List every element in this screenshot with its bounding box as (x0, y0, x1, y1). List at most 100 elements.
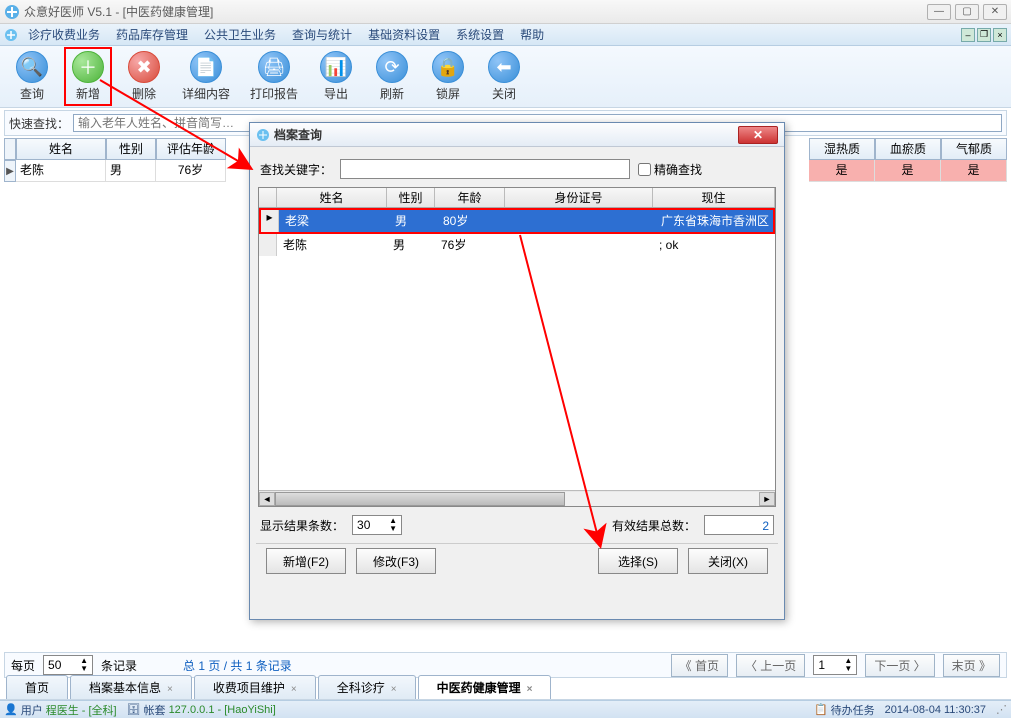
row-pointer-icon: ▸ (261, 210, 279, 232)
task-icon: 📋 (814, 703, 828, 716)
last-page-button[interactable]: 末页 》 (943, 654, 1000, 677)
prev-page-button[interactable]: 〈 上一页 (736, 654, 805, 677)
dialog-select-button[interactable]: 选择(S) (598, 548, 678, 574)
scroll-right-icon[interactable]: ► (759, 492, 775, 506)
dcol-gender[interactable]: 性别 (387, 188, 435, 207)
col-qiyu[interactable]: 气郁质 (941, 138, 1007, 160)
dialog-titlebar[interactable]: 档案查询 ✕ (250, 123, 784, 147)
toolbar-export-button[interactable]: 📊 导出 (312, 49, 360, 104)
menu-base-settings[interactable]: 基础资料设置 (362, 24, 446, 45)
dialog-close-button[interactable]: ✕ (738, 126, 778, 144)
dialog-row-selected[interactable]: ▸ 老梁 男 80岁 广东省珠海市香洲区 (261, 210, 773, 232)
dialog-hscrollbar[interactable]: ◄ ► (259, 490, 775, 506)
col-name[interactable]: 姓名 (16, 138, 106, 160)
dialog-add-button[interactable]: 新增(F2) (266, 548, 346, 574)
page-summary: 总 1 页 / 共 1 条记录 (183, 657, 292, 674)
minimize-button[interactable]: — (927, 4, 951, 20)
close-icon[interactable]: × (167, 684, 173, 695)
perpage-spinner[interactable]: 50 ▲▼ (43, 655, 93, 675)
exact-search-input[interactable] (638, 163, 651, 176)
dcol-id[interactable]: 身份证号 (505, 188, 653, 207)
archive-query-dialog: 档案查询 ✕ 查找关键字： 精确查找 姓名 性别 年龄 身份证号 现住 ▸ 老梁… (249, 122, 785, 620)
mdi-min-button[interactable]: – (961, 28, 975, 42)
first-page-button[interactable]: 《 首页 (671, 654, 728, 677)
app-icon (4, 4, 20, 20)
dialog-edit-button[interactable]: 修改(F3) (356, 548, 436, 574)
dialog-result-table: 姓名 性别 年龄 身份证号 现住 ▸ 老梁 男 80岁 广东省珠海市香洲区 老陈… (258, 187, 776, 507)
dialog-row[interactable]: 老陈 男 76岁 ; ok (259, 234, 775, 256)
search-keyword-input[interactable] (340, 159, 630, 179)
mdi-close-button[interactable]: × (993, 28, 1007, 42)
tab-clinic[interactable]: 全科诊疗× (318, 675, 416, 699)
close-icon[interactable]: × (391, 684, 397, 695)
close-icon[interactable]: × (527, 684, 533, 695)
status-bar: 👤 用户 程医生 - [全科] 🗄 帐套 127.0.0.1 - [HaoYiS… (0, 700, 1011, 718)
exact-search-checkbox[interactable]: 精确查找 (638, 161, 702, 178)
mdi-restore-button[interactable]: ❐ (977, 28, 991, 42)
perpage-label: 每页 (11, 657, 35, 674)
result-count-label: 显示结果条数： (260, 517, 344, 534)
total-count-label: 有效结果总数： (612, 517, 696, 534)
lock-icon: 🔒 (432, 51, 464, 83)
exit-icon: ⬅ (488, 51, 520, 83)
spinner-arrows-icon[interactable]: ▲▼ (80, 657, 88, 673)
menu-icon (4, 28, 18, 42)
toolbar-print-button[interactable]: 🖨 打印报告 (244, 49, 304, 104)
page-number-spinner[interactable]: 1 ▲▼ (813, 655, 857, 675)
tab-archive[interactable]: 档案基本信息× (70, 675, 192, 699)
col-xueyu[interactable]: 血瘀质 (875, 138, 941, 160)
quick-search-label: 快速查找： (9, 115, 69, 132)
cell-gender: 男 (106, 160, 156, 182)
dialog-search-row: 查找关键字： 精确查找 (250, 147, 784, 187)
status-resize-grip[interactable]: ⋰ (996, 703, 1007, 716)
spinner-arrows-icon[interactable]: ▲▼ (844, 657, 852, 673)
dcol-age[interactable]: 年龄 (435, 188, 505, 207)
detail-icon: 📄 (190, 51, 222, 83)
search-icon: 🔍 (16, 51, 48, 83)
toolbar-close-button[interactable]: ⬅ 关闭 (480, 49, 528, 104)
menu-system-settings[interactable]: 系统设置 (450, 24, 510, 45)
dialog-close-btn[interactable]: 关闭(X) (688, 548, 768, 574)
close-window-button[interactable]: ✕ (983, 4, 1007, 20)
document-tabs: 首页 档案基本信息× 收费项目维护× 全科诊疗× 中医药健康管理× (0, 678, 1011, 700)
toolbar-lock-button[interactable]: 🔒 锁屏 (424, 49, 472, 104)
menu-inventory[interactable]: 药品库存管理 (110, 24, 194, 45)
dcol-name[interactable]: 姓名 (277, 188, 387, 207)
maximize-button[interactable]: ▢ (955, 4, 979, 20)
status-task-label[interactable]: 待办任务 (831, 702, 875, 718)
menu-help[interactable]: 帮助 (514, 24, 550, 45)
records-label: 条记录 (101, 657, 137, 674)
tab-tcm[interactable]: 中医药健康管理× (418, 675, 552, 699)
menu-public-health[interactable]: 公共卫生业务 (198, 24, 282, 45)
col-age[interactable]: 评估年龄 (156, 138, 226, 160)
user-icon: 👤 (4, 703, 18, 716)
toolbar-query-button[interactable]: 🔍 查询 (8, 49, 56, 104)
close-icon[interactable]: × (291, 684, 297, 695)
result-count-spinner[interactable]: 30 ▲▼ (352, 515, 402, 535)
refresh-icon: ⟳ (376, 51, 408, 83)
spinner-arrows-icon[interactable]: ▲▼ (389, 517, 397, 533)
scroll-thumb[interactable] (275, 492, 565, 506)
status-acct-label: 帐套 (144, 702, 166, 718)
toolbar-detail-button[interactable]: 📄 详细内容 (176, 49, 236, 104)
toolbar-delete-button[interactable]: ✖ 删除 (120, 49, 168, 104)
toolbar-add-button[interactable]: ＋ 新增 (64, 47, 112, 106)
tab-home[interactable]: 首页 (6, 675, 68, 699)
next-page-button[interactable]: 下一页 〉 (865, 654, 934, 677)
dialog-table-header: 姓名 性别 年龄 身份证号 现住 (259, 188, 775, 208)
cell-xueyu: 是 (875, 160, 941, 182)
scroll-left-icon[interactable]: ◄ (259, 492, 275, 506)
delete-icon: ✖ (128, 51, 160, 83)
toolbar-refresh-button[interactable]: ⟳ 刷新 (368, 49, 416, 104)
dcol-addr[interactable]: 现住 (653, 188, 775, 207)
menu-query-stats[interactable]: 查询与统计 (286, 24, 358, 45)
col-shire[interactable]: 湿热质 (809, 138, 875, 160)
print-icon: 🖨 (258, 51, 290, 83)
plus-icon: ＋ (72, 51, 104, 83)
col-gender[interactable]: 性别 (106, 138, 156, 160)
total-count-value: 2 (704, 515, 774, 535)
menu-clinic-fee[interactable]: 诊疗收费业务 (22, 24, 106, 45)
toolbar: 🔍 查询 ＋ 新增 ✖ 删除 📄 详细内容 🖨 打印报告 📊 导出 ⟳ 刷新 🔒… (0, 46, 1011, 108)
tab-fee[interactable]: 收费项目维护× (194, 675, 316, 699)
dialog-title: 档案查询 (274, 126, 738, 143)
